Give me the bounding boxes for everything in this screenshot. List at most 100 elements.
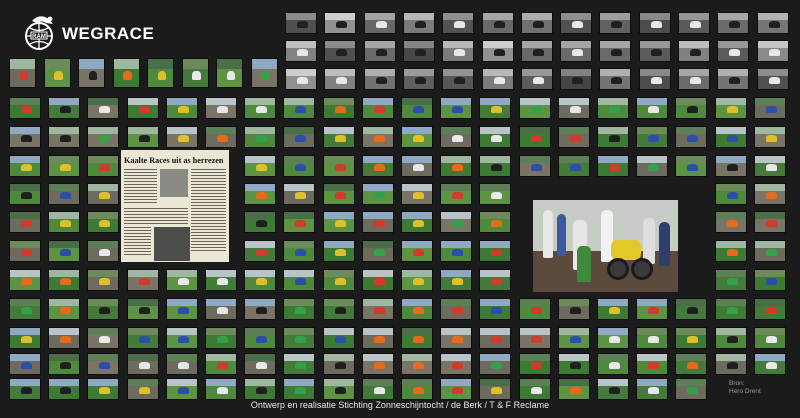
race-photo-thumbnail: [87, 97, 119, 119]
race-photo-thumbnail: [479, 327, 511, 349]
race-photo-thumbnail: [639, 12, 671, 34]
race-photo-thumbnail: [362, 126, 394, 148]
race-photo-thumbnail: [754, 97, 786, 119]
clipping-photo: [160, 169, 188, 197]
race-photo-thumbnail: [754, 240, 786, 262]
race-photo-thumbnail: [521, 40, 553, 62]
race-photo-thumbnail: [401, 97, 433, 119]
race-photo-thumbnail: [9, 298, 41, 320]
clipping-text-column: [191, 169, 226, 251]
race-photo-thumbnail: [482, 68, 514, 90]
race-photo-thumbnail: [323, 211, 355, 233]
race-photo-thumbnail: [205, 327, 237, 349]
race-photo-thumbnail: [205, 298, 237, 320]
race-photo-thumbnail: [597, 327, 629, 349]
race-photo-thumbnail: [205, 126, 237, 148]
race-photo-thumbnail: [440, 378, 472, 400]
race-photo-thumbnail: [362, 97, 394, 119]
race-photo-thumbnail: [558, 378, 590, 400]
race-photo-thumbnail: [599, 68, 631, 90]
race-photo-thumbnail: [323, 240, 355, 262]
race-photo-thumbnail: [717, 68, 749, 90]
clipping-headline: Kaalte Races uit as herrezen: [124, 156, 224, 165]
race-photo-thumbnail: [362, 269, 394, 291]
race-photo-thumbnail: [715, 126, 747, 148]
race-photo-thumbnail: [166, 97, 198, 119]
race-photo-thumbnail: [147, 58, 174, 88]
race-photo-thumbnail: [675, 155, 707, 177]
race-photo-thumbnail: [715, 327, 747, 349]
race-photo-thumbnail: [166, 327, 198, 349]
race-photo-thumbnail: [636, 97, 668, 119]
race-photo-thumbnail: [558, 327, 590, 349]
race-photo-thumbnail: [558, 97, 590, 119]
race-photo-thumbnail: [597, 155, 629, 177]
race-photo-thumbnail: [48, 327, 80, 349]
race-photo-thumbnail: [599, 40, 631, 62]
race-photo-thumbnail: [48, 353, 80, 375]
race-photo-thumbnail: [403, 68, 435, 90]
race-photo-thumbnail: [401, 126, 433, 148]
race-photo-thumbnail: [636, 353, 668, 375]
race-photo-thumbnail: [205, 353, 237, 375]
race-photo-thumbnail: [244, 183, 276, 205]
clipping-text-column: [124, 227, 151, 257]
race-photo-thumbnail: [166, 298, 198, 320]
race-photo-thumbnail: [127, 269, 159, 291]
race-photo-thumbnail: [440, 126, 472, 148]
race-photo-thumbnail: [440, 269, 472, 291]
race-photo-thumbnail: [9, 211, 41, 233]
race-photo-thumbnail: [715, 298, 747, 320]
clipping-photo: [154, 227, 190, 261]
race-photo-thumbnail: [244, 327, 276, 349]
race-photo-thumbnail: [440, 327, 472, 349]
race-photo-thumbnail: [48, 211, 80, 233]
race-photo-thumbnail: [440, 183, 472, 205]
race-photo-thumbnail: [519, 97, 551, 119]
race-photo-thumbnail: [482, 40, 514, 62]
race-photo-thumbnail: [244, 211, 276, 233]
race-photo-thumbnail: [181, 58, 209, 88]
race-photo-thumbnail: [440, 97, 472, 119]
race-photo-thumbnail: [364, 12, 396, 34]
race-photo-thumbnail: [285, 12, 317, 34]
race-photo-thumbnail: [205, 378, 237, 400]
race-photo-thumbnail: [754, 155, 786, 177]
race-photo-thumbnail: [9, 183, 41, 205]
race-photo-thumbnail: [678, 40, 710, 62]
featured-photo: [533, 200, 678, 292]
race-photo-thumbnail: [442, 68, 474, 90]
race-photo-thumbnail: [244, 97, 276, 119]
race-photo-thumbnail: [87, 211, 119, 233]
race-photo-thumbnail: [87, 353, 119, 375]
race-photo-thumbnail: [244, 269, 276, 291]
race-photo-thumbnail: [597, 97, 629, 119]
race-photo-thumbnail: [401, 269, 433, 291]
race-photo-thumbnail: [112, 58, 140, 88]
race-photo-thumbnail: [87, 126, 119, 148]
race-photo-thumbnail: [323, 298, 355, 320]
race-photo-thumbnail: [675, 327, 707, 349]
race-photo-thumbnail: [401, 298, 433, 320]
race-photo-thumbnail: [757, 40, 789, 62]
race-photo-thumbnail: [479, 378, 511, 400]
source-label: Bron:: [729, 380, 745, 387]
race-photo-thumbnail: [87, 155, 119, 177]
race-photo-thumbnail: [678, 68, 710, 90]
race-photo-thumbnail: [599, 12, 631, 34]
race-photo-thumbnail: [560, 68, 592, 90]
race-photo-thumbnail: [639, 68, 671, 90]
race-photo-thumbnail: [440, 155, 472, 177]
race-photo-thumbnail: [166, 378, 198, 400]
race-photo-thumbnail: [244, 298, 276, 320]
race-photo-thumbnail: [717, 40, 749, 62]
race-photo-thumbnail: [558, 126, 590, 148]
newspaper-clipping: Kaalte Races uit as herrezen: [121, 150, 229, 262]
race-photo-thumbnail: [757, 12, 789, 34]
race-photo-thumbnail: [401, 378, 433, 400]
race-photo-thumbnail: [9, 269, 41, 291]
race-photo-thumbnail: [166, 126, 198, 148]
race-photo-thumbnail: [283, 183, 315, 205]
race-photo-thumbnail: [48, 183, 80, 205]
race-photo-thumbnail: [560, 12, 592, 34]
